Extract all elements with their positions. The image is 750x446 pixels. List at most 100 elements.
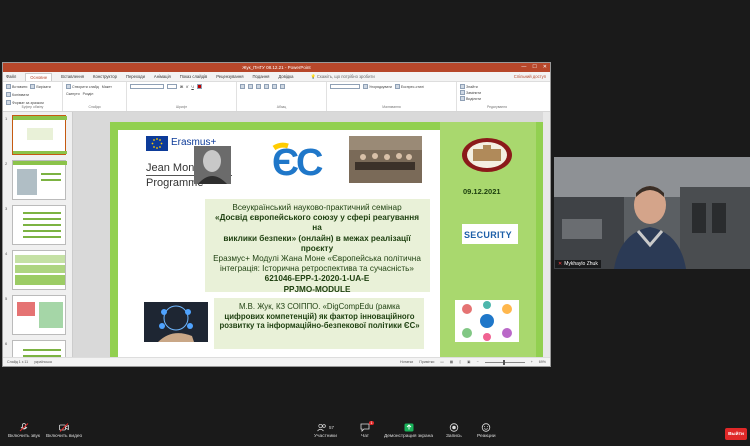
close-icon[interactable]: ✕ — [543, 64, 547, 70]
author-text[interactable]: М.В. Жук, КЗ СОІППО. «DigCompEdu (рамка … — [218, 302, 421, 331]
paste-label: Вставити — [12, 84, 28, 89]
cursor-icon — [460, 96, 465, 101]
smiley-icon — [482, 423, 491, 432]
tab-insert[interactable]: Вставлення — [61, 74, 84, 79]
participants-button[interactable]: 57 Участники — [314, 423, 337, 439]
tab-animations[interactable]: Анімація — [154, 74, 171, 79]
align-left-icon — [256, 84, 261, 89]
slide-canvas[interactable]: Erasmus+ Jean Monnet Programme ЄС 09.12.… — [73, 112, 550, 366]
font-name-select[interactable] — [130, 84, 164, 89]
layout-button[interactable]: Макет — [102, 84, 112, 89]
comments-button[interactable]: Примітки — [419, 360, 434, 364]
ribbon-group-editing: Знайти Замінити Виділити Редагування — [457, 82, 537, 111]
minimize-icon[interactable]: — — [521, 64, 526, 70]
unmute-label: Включить звук — [8, 434, 40, 439]
bullets-button[interactable] — [240, 84, 245, 89]
cut-label: Вирізати — [36, 84, 51, 89]
participants-count: 57 — [328, 425, 334, 430]
bold-button[interactable]: Ж — [180, 84, 183, 89]
ribbon-group-drawing: Упорядкувати Експрес-стилі Малювання — [327, 82, 457, 111]
font-group-label: Шрифт — [175, 105, 188, 109]
select-button[interactable]: Виділити — [460, 96, 534, 101]
font-color-button[interactable] — [196, 84, 202, 89]
author-line: цифрових компетенцій) як фактор інноваці… — [224, 311, 415, 321]
notes-button[interactable]: Нотатки — [400, 360, 413, 364]
slide-thumbnail[interactable]: 1 — [5, 115, 67, 155]
replace-button[interactable]: Замінити — [460, 90, 534, 95]
italic-button[interactable]: К — [186, 84, 188, 89]
zoom-level[interactable]: 69% — [539, 360, 546, 364]
security-text: SECURITY — [464, 230, 512, 240]
sorter-view-icon[interactable]: ▦ — [450, 360, 453, 364]
quick-styles-icon — [394, 84, 400, 89]
slide-thumbnail[interactable]: 5 — [5, 295, 66, 335]
leave-meeting-button[interactable]: Выйти — [725, 428, 747, 440]
slide-vertical-scrollbar[interactable] — [543, 112, 550, 357]
paragraph-group-label: Абзац — [276, 105, 287, 109]
align-right-button[interactable] — [272, 84, 277, 89]
paste-button[interactable]: Вставити — [6, 84, 27, 89]
zoom-toolbar: Включить звук Включить видео 57 Участник… — [0, 420, 750, 446]
participant-video-tile[interactable]: ✕ Mykhaylo Zhuk — [554, 157, 750, 269]
slide-thumbnail[interactable]: 4 — [5, 250, 66, 290]
numbering-button[interactable] — [248, 84, 253, 89]
powerpoint-window: Жук_ПНГУ 08.12.21 - PowerPoint — ☐ ✕ Фай… — [2, 62, 551, 367]
slide-thumbnail[interactable]: 3 — [5, 205, 66, 245]
slide-thumbnails-pane[interactable]: 1 2 3 4 5 6 — [3, 112, 73, 366]
section-button[interactable]: Розділ — [83, 92, 94, 96]
cut-button[interactable]: Вирізати — [30, 84, 51, 89]
align-center-button[interactable] — [264, 84, 269, 89]
status-right: Нотатки Примітки ▭ ▦ ▯ ▣ − + 69% — [400, 359, 546, 365]
thumb-green-band — [13, 151, 67, 154]
tab-slideshow[interactable]: Показ слайдів — [180, 74, 207, 79]
zoom-out-icon[interactable]: − — [477, 360, 479, 364]
record-button[interactable]: Запись — [446, 423, 462, 439]
shapes-gallery[interactable] — [330, 84, 360, 89]
font-size-select[interactable] — [167, 84, 177, 89]
align-left-button[interactable] — [256, 84, 261, 89]
tab-transitions[interactable]: Переходи — [126, 74, 145, 79]
zoom-in-icon[interactable]: + — [531, 360, 533, 364]
share-screen-button[interactable]: Демонстрация экрана — [384, 423, 433, 439]
font-size-box-icon — [167, 84, 177, 89]
reactions-button[interactable]: Реакции — [477, 423, 496, 439]
underline-button[interactable]: Ч — [191, 84, 193, 89]
ppt-ribbon-tabs: Файл Основне Вставлення Конструктор Пере… — [3, 72, 550, 82]
start-video-button[interactable]: Включить видео — [46, 423, 82, 439]
slide-thumbnail[interactable]: 2 — [5, 160, 67, 200]
new-slide-button[interactable]: Створити слайд — [66, 84, 99, 89]
share-button[interactable]: Спільний доступ — [514, 74, 546, 79]
language-indicator[interactable]: українська — [34, 360, 52, 364]
tab-help[interactable]: Довідка — [278, 74, 293, 79]
slideshow-view-icon[interactable]: ▣ — [467, 360, 470, 364]
tab-design[interactable]: Конструктор — [93, 74, 117, 79]
chat-button[interactable]: 1 Чат — [360, 421, 374, 439]
tab-view[interactable]: Подання — [253, 74, 270, 79]
title-line: виклики безпеки» (онлайн) в межах реаліз… — [223, 233, 411, 253]
justify-button[interactable] — [280, 84, 285, 89]
replace-icon — [460, 90, 465, 95]
arrange-button[interactable]: Упорядкувати — [363, 84, 392, 89]
tab-home[interactable]: Основне — [25, 72, 53, 81]
maximize-icon[interactable]: ☐ — [532, 64, 536, 70]
quick-styles-button[interactable]: Експрес-стилі — [394, 84, 424, 89]
find-button[interactable]: Знайти — [460, 84, 534, 89]
tab-file[interactable]: Файл — [6, 74, 16, 79]
tell-me-search[interactable]: 💡 Скажіть, що потрібно зробити — [311, 74, 375, 80]
reading-view-icon[interactable]: ▯ — [459, 360, 461, 364]
zoom-slider[interactable] — [484, 359, 525, 365]
editing-group-label: Редагування — [487, 105, 507, 109]
thumb-text-line — [23, 218, 61, 220]
ribbon-group-slides: Створити слайд Макет Скинути Розділ Слай… — [63, 82, 127, 111]
copy-button[interactable]: Копіювати — [6, 92, 29, 97]
seminar-title[interactable]: Всеукраїнський науково-практичний семіна… — [212, 203, 422, 295]
slide-1[interactable]: Erasmus+ Jean Monnet Programme ЄС 09.12.… — [110, 122, 544, 366]
thumb-text-line — [23, 212, 61, 214]
normal-view-icon[interactable]: ▭ — [440, 360, 443, 364]
participant-name: Mykhaylo Zhuk — [564, 261, 598, 267]
unmute-button[interactable]: Включить звук — [8, 423, 40, 439]
reset-button[interactable]: Скинути — [66, 92, 80, 96]
align-center-icon — [264, 84, 269, 89]
participants-label: Участники — [314, 434, 337, 439]
tab-review[interactable]: Рецензування — [216, 74, 243, 79]
